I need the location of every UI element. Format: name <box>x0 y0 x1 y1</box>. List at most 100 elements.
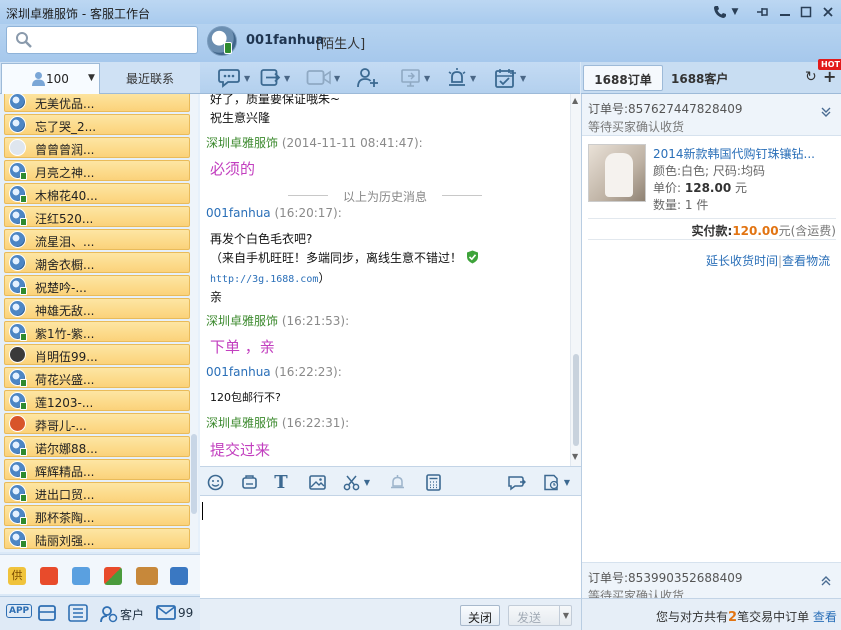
minimize-icon[interactable] <box>775 3 795 21</box>
tab-recent[interactable]: 最近联系 <box>102 70 198 87</box>
extend-receipt-link[interactable]: 延长收货时间 <box>706 254 778 268</box>
chat-contact-tag: [陌生人] <box>316 37 366 52</box>
bag-app-icon[interactable] <box>72 567 90 585</box>
link-text[interactable]: http://3g.1688.com <box>210 274 318 285</box>
list-item[interactable]: 无美优品... <box>4 94 190 112</box>
list-item[interactable]: 那杯茶陶... <box>4 505 190 526</box>
alert-button[interactable]: ▼ <box>446 66 476 90</box>
bottom-left-bar: APP 客户 99 <box>0 596 200 630</box>
emoji-icon[interactable] <box>206 473 224 491</box>
list-item[interactable]: 汪红520... <box>4 206 190 227</box>
tab-contacts[interactable]: 100 ▼ <box>1 63 100 94</box>
list-item[interactable]: 忘了哭_2... <box>4 114 190 135</box>
list-item[interactable]: 神雄无敌... <box>4 298 190 319</box>
list-item[interactable]: 莲1203-... <box>4 390 190 411</box>
list-item[interactable]: 荷花兴盛... <box>4 367 190 388</box>
truck-app-icon[interactable] <box>136 567 158 585</box>
message-input[interactable] <box>200 496 581 598</box>
sticker-icon[interactable] <box>240 473 258 491</box>
list-item[interactable]: 进出口贸... <box>4 482 190 503</box>
contact-list-scrollbar[interactable] <box>190 94 198 552</box>
schedule-button[interactable]: ▼ <box>494 66 526 90</box>
phone-menu-chevron-icon[interactable]: ▼ <box>728 3 742 21</box>
image-icon[interactable] <box>308 473 326 491</box>
chevron-down-icon[interactable]: ▼ <box>88 73 95 83</box>
message-text-part: （来自手机旺旺！多端同步，离线生意不错过！ <box>210 251 463 265</box>
customers-button[interactable]: 客户 <box>100 605 144 623</box>
contact-name: 进出口贸... <box>35 488 95 502</box>
bell-icon[interactable] <box>388 473 406 491</box>
qty-value: 1 <box>684 198 693 212</box>
list-item[interactable]: 曾曾曾润... <box>4 137 190 158</box>
font-icon[interactable]: T <box>272 472 290 493</box>
send-options-chevron-icon[interactable]: ▼ <box>559 606 572 625</box>
sender-name: 001fanhua <box>206 365 271 379</box>
list-item[interactable]: 潮舍衣橱... <box>4 252 190 273</box>
card-app-icon[interactable] <box>170 567 188 585</box>
supply-app-icon[interactable]: 供 <box>8 567 26 585</box>
message-text: 提交过来 <box>210 441 271 459</box>
list-item[interactable]: 月亮之神... <box>4 160 190 181</box>
chevron-down-icon[interactable]: ▼ <box>562 473 572 491</box>
tab-1688-orders[interactable]: 1688订单 <box>583 65 663 91</box>
list-item[interactable]: 诺尔娜88... <box>4 436 190 457</box>
calculator-icon[interactable] <box>424 473 442 491</box>
phone-icon[interactable] <box>710 3 730 21</box>
chevron-down-icon[interactable]: ▼ <box>362 473 372 491</box>
view-logistics-link[interactable]: 查看物流 <box>782 254 830 268</box>
maximize-icon[interactable] <box>796 3 816 21</box>
list-item[interactable]: 祝楚吟-... <box>4 275 190 296</box>
product-image[interactable] <box>588 144 646 202</box>
mail-button[interactable]: 99 <box>156 605 193 620</box>
shop-app-icon[interactable] <box>40 567 58 585</box>
list-icon[interactable] <box>68 604 88 622</box>
chat-history-icon[interactable] <box>506 473 528 491</box>
refresh-icon[interactable]: ↻ <box>805 69 817 85</box>
close-button[interactable]: 关闭 <box>460 605 500 626</box>
scrollbar-thumb[interactable] <box>573 354 579 446</box>
list-item[interactable]: 流星泪、... <box>4 229 190 250</box>
add-contact-button[interactable] <box>356 66 380 90</box>
contact-avatar[interactable] <box>207 26 237 56</box>
mail-icon <box>156 605 176 620</box>
trade-summary-text: 您与对方共有2笔交易中订单 查看 <box>656 608 837 625</box>
mobile-status-icon <box>20 172 27 180</box>
search-input[interactable] <box>6 26 198 54</box>
paid-suffix: 元(含运费) <box>778 224 836 238</box>
scroll-down-icon[interactable]: ▼ <box>572 452 578 461</box>
scrollbar-thumb[interactable] <box>191 434 197 514</box>
order-header[interactable]: 订单号:857627447828409 等待买家确认收货 <box>582 94 841 136</box>
list-item[interactable]: 陆丽刘强... <box>4 528 190 549</box>
list-item[interactable]: 辉辉精品... <box>4 459 190 480</box>
puzzle-app-icon[interactable] <box>104 567 122 585</box>
chat-scrollbar[interactable]: ▲ ▼ <box>570 94 581 466</box>
list-item[interactable]: 莽哥儿-... <box>4 413 190 434</box>
screen-share-button[interactable]: ▼ <box>400 66 430 90</box>
scissors-icon[interactable] <box>342 473 360 491</box>
avatar <box>9 346 26 363</box>
expand-chevron-icon[interactable] <box>820 575 832 590</box>
color-value: 白色; <box>681 164 710 178</box>
product-title[interactable]: 2014新款韩国代购钉珠镶钻... <box>653 145 815 162</box>
avatar <box>9 254 26 271</box>
send-button[interactable]: 发送 ▼ <box>508 605 572 626</box>
store-icon[interactable] <box>38 605 56 621</box>
video-button[interactable]: ▼ <box>306 66 340 90</box>
transfer-button[interactable]: ▼ <box>260 66 290 90</box>
close-icon[interactable] <box>818 3 838 21</box>
collapse-chevron-icon[interactable] <box>820 106 832 121</box>
tab-1688-customers[interactable]: 1688客户 <box>671 70 728 87</box>
scroll-up-icon[interactable]: ▲ <box>572 96 578 105</box>
message-record-icon[interactable] <box>542 473 560 491</box>
view-link[interactable]: 查看 <box>813 610 837 624</box>
list-item[interactable]: 肖明伍99... <box>4 344 190 365</box>
quick-reply-button[interactable]: ▼ <box>218 66 250 90</box>
message-link[interactable]: http://3g.1688.com） <box>210 269 330 286</box>
list-item[interactable]: 木棉花40... <box>4 183 190 204</box>
pin-icon[interactable] <box>752 3 772 21</box>
app-button[interactable]: APP <box>6 604 33 618</box>
list-item[interactable]: 紫1竹-紫... <box>4 321 190 342</box>
sender-name: 深圳卓雅服饰 <box>206 314 279 328</box>
chat-bubble-icon <box>218 69 240 88</box>
contact-name: 那杯茶陶... <box>35 511 95 525</box>
